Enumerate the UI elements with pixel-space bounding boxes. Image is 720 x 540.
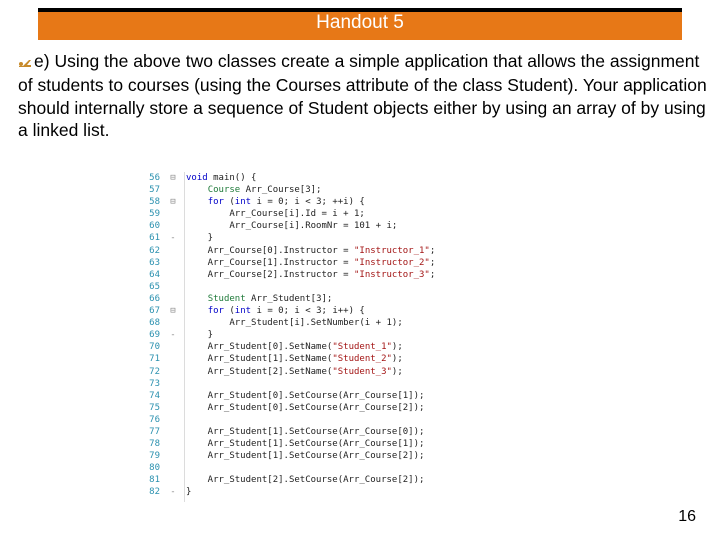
code-block: 56⊟void main() {57 Course Arr_Course[3];… xyxy=(142,172,582,499)
code-text: Arr_Student[2].SetCourse(Arr_Course[2]); xyxy=(182,474,582,486)
code-text: } xyxy=(182,329,582,341)
code-line: 63 Arr_Course[1].Instructor = "Instructo… xyxy=(142,257,582,269)
code-text: Arr_Student[1].SetCourse(Arr_Course[1]); xyxy=(182,438,582,450)
code-text: } xyxy=(182,486,582,498)
line-number: 80 xyxy=(142,462,164,474)
line-number: 60 xyxy=(142,220,164,232)
page-number: 16 xyxy=(678,508,696,526)
code-text: Arr_Student[1].SetCourse(Arr_Course[2]); xyxy=(182,450,582,462)
question-text: e) Using the above two classes create a … xyxy=(18,50,708,142)
code-text: Arr_Course[0].Instructor = "Instructor_1… xyxy=(182,245,582,257)
code-line: 57 Course Arr_Course[3]; xyxy=(142,184,582,196)
code-line: 81 Arr_Student[2].SetCourse(Arr_Course[2… xyxy=(142,474,582,486)
line-number: 72 xyxy=(142,366,164,378)
code-line: 70 Arr_Student[0].SetName("Student_1"); xyxy=(142,341,582,353)
code-line: 77 Arr_Student[1].SetCourse(Arr_Course[0… xyxy=(142,426,582,438)
fold-gutter: - xyxy=(164,232,182,244)
code-line: 71 Arr_Student[1].SetName("Student_2"); xyxy=(142,353,582,365)
code-line: 58⊟ for (int i = 0; i < 3; ++i) { xyxy=(142,196,582,208)
code-text: for (int i = 0; i < 3; i++) { xyxy=(182,305,582,317)
code-line: 61- } xyxy=(142,232,582,244)
question-body: Using the above two classes create a sim… xyxy=(18,51,707,140)
fold-gutter: - xyxy=(164,329,182,341)
code-text: } xyxy=(182,232,582,244)
code-line: 68 Arr_Student[i].SetNumber(i + 1); xyxy=(142,317,582,329)
slide-title: Handout 5 xyxy=(0,12,720,34)
fold-gutter: ⊟ xyxy=(164,305,182,317)
code-line: 74 Arr_Student[0].SetCourse(Arr_Course[1… xyxy=(142,390,582,402)
line-number: 74 xyxy=(142,390,164,402)
line-number: 71 xyxy=(142,353,164,365)
line-number: 56 xyxy=(142,172,164,184)
code-text: Arr_Student[0].SetCourse(Arr_Course[2]); xyxy=(182,402,582,414)
line-number: 61 xyxy=(142,232,164,244)
code-line: 67⊟ for (int i = 0; i < 3; i++) { xyxy=(142,305,582,317)
line-number: 69 xyxy=(142,329,164,341)
code-text: Student Arr_Student[3]; xyxy=(182,293,582,305)
code-line: 79 Arr_Student[1].SetCourse(Arr_Course[2… xyxy=(142,450,582,462)
fold-gutter: ⊟ xyxy=(164,196,182,208)
code-line: 75 Arr_Student[0].SetCourse(Arr_Course[2… xyxy=(142,402,582,414)
line-number: 70 xyxy=(142,341,164,353)
code-text: Arr_Student[1].SetName("Student_2"); xyxy=(182,353,582,365)
code-line: 76 xyxy=(142,414,582,426)
code-line: 59 Arr_Course[i].Id = i + 1; xyxy=(142,208,582,220)
line-number: 66 xyxy=(142,293,164,305)
code-text: void main() { xyxy=(182,172,582,184)
code-text: Arr_Student[0].SetCourse(Arr_Course[1]); xyxy=(182,390,582,402)
line-number: 62 xyxy=(142,245,164,257)
code-text: Arr_Student[1].SetCourse(Arr_Course[0]); xyxy=(182,426,582,438)
code-line: 72 Arr_Student[2].SetName("Student_3"); xyxy=(142,366,582,378)
line-number: 76 xyxy=(142,414,164,426)
line-number: 58 xyxy=(142,196,164,208)
line-number: 65 xyxy=(142,281,164,293)
code-text: Arr_Course[i].Id = i + 1; xyxy=(182,208,582,220)
fold-gutter: ⊟ xyxy=(164,172,182,184)
line-number: 77 xyxy=(142,426,164,438)
code-line: 60 Arr_Course[i].RoomNr = 101 + i; xyxy=(142,220,582,232)
code-line: 65 xyxy=(142,281,582,293)
code-line: 82-} xyxy=(142,486,582,498)
code-text: Arr_Course[2].Instructor = "Instructor_3… xyxy=(182,269,582,281)
code-text: Arr_Student[0].SetName("Student_1"); xyxy=(182,341,582,353)
code-text: Arr_Student[2].SetName("Student_3"); xyxy=(182,366,582,378)
line-number: 59 xyxy=(142,208,164,220)
code-line: 56⊟void main() { xyxy=(142,172,582,184)
code-text: Course Arr_Course[3]; xyxy=(182,184,582,196)
code-line: 66 Student Arr_Student[3]; xyxy=(142,293,582,305)
line-number: 81 xyxy=(142,474,164,486)
line-number: 75 xyxy=(142,402,164,414)
code-line: 62 Arr_Course[0].Instructor = "Instructo… xyxy=(142,245,582,257)
line-number: 82 xyxy=(142,486,164,498)
line-number: 64 xyxy=(142,269,164,281)
code-text: Arr_Course[i].RoomNr = 101 + i; xyxy=(182,220,582,232)
question-prefix: e) xyxy=(34,51,50,71)
code-line: 64 Arr_Course[2].Instructor = "Instructo… xyxy=(142,269,582,281)
line-number: 68 xyxy=(142,317,164,329)
line-number: 63 xyxy=(142,257,164,269)
line-number: 67 xyxy=(142,305,164,317)
line-number: 79 xyxy=(142,450,164,462)
line-number: 73 xyxy=(142,378,164,390)
bullet-icon xyxy=(18,51,32,74)
code-text: Arr_Course[1].Instructor = "Instructor_2… xyxy=(182,257,582,269)
code-line: 73 xyxy=(142,378,582,390)
line-number: 57 xyxy=(142,184,164,196)
code-line: 69- } xyxy=(142,329,582,341)
code-line: 80 xyxy=(142,462,582,474)
line-number: 78 xyxy=(142,438,164,450)
code-text: Arr_Student[i].SetNumber(i + 1); xyxy=(182,317,582,329)
code-text: for (int i = 0; i < 3; ++i) { xyxy=(182,196,582,208)
code-line: 78 Arr_Student[1].SetCourse(Arr_Course[1… xyxy=(142,438,582,450)
fold-gutter: - xyxy=(164,486,182,498)
